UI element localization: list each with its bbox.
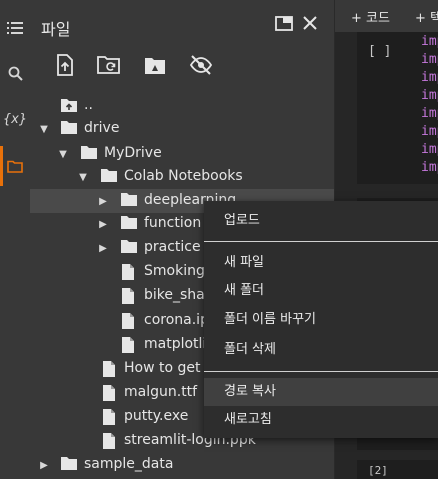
folder-icon [120,192,138,210]
menu-item-rename-folder[interactable]: 폴더 이름 바꾸기 [204,306,438,334]
folder-icon[interactable] [0,151,30,181]
new-window-icon[interactable] [272,11,296,35]
code-line: imp [421,52,438,67]
activity-rail: {x} [0,0,30,479]
caret-down-icon[interactable]: ▼ [56,146,70,162]
upload-icon[interactable] [52,52,78,78]
folder-icon [60,456,78,474]
menu-divider [204,241,438,242]
caret-right-icon[interactable]: ▶ [37,457,51,473]
folder-icon [120,215,138,233]
menu-item-copy-path[interactable]: 경로 복사 [204,378,438,406]
folder-icon [60,120,78,138]
code-line: imp [421,160,438,175]
file-icon [102,408,120,426]
file-icon [102,360,120,378]
file-icon [102,432,120,450]
file-icon [102,384,120,402]
hide-icon[interactable] [188,52,214,78]
folder-icon [120,239,138,257]
menu-item-delete-folder[interactable]: 폴더 삭제 [204,336,438,364]
caret-down-icon[interactable]: ▼ [37,121,51,137]
panel-title: 파일 [41,20,71,39]
cell-exec-count: [2] [368,464,388,477]
caret-right-icon[interactable]: ▶ [96,240,110,256]
code-line: imp [421,88,438,103]
context-menu: 업로드 새 파일 새 폴더 폴더 이름 바꾸기 폴더 삭제 경로 복사 새로고침 [204,201,438,438]
add-text-button[interactable]: + 텍 [415,7,438,26]
code-line: imp [421,124,438,139]
menu-item-new-file[interactable]: 새 파일 [204,249,438,277]
menu-divider [204,371,438,372]
tree-row-sample-data[interactable]: ▶ sample_data [30,453,334,477]
file-icon [121,263,139,281]
folder-up-icon [60,97,78,115]
close-icon[interactable] [298,11,322,35]
folder-icon [100,168,118,186]
menu-item-refresh[interactable]: 새로고침 [204,406,438,434]
drive-folder-icon[interactable] [142,52,168,78]
file-icon [121,287,139,305]
menu-icon[interactable] [0,13,30,43]
menu-item-new-folder[interactable]: 새 폴더 [204,277,438,305]
caret-right-icon[interactable]: ▶ [96,216,110,232]
tree-row-drive[interactable]: ▼ drive [30,117,334,141]
folder-icon [80,145,98,163]
code-line: imp [421,34,438,49]
refresh-folder-icon[interactable] [96,52,122,78]
variables-icon[interactable]: {x} [0,104,30,134]
search-icon[interactable] [0,58,30,88]
add-code-button[interactable]: + 코드 [351,7,390,26]
run-cell-button[interactable]: [ ] [368,44,391,59]
tree-row-mydrive[interactable]: ▼ MyDrive [30,142,334,166]
code-line: imp [421,70,438,85]
menu-item-upload[interactable]: 업로드 [204,207,438,235]
caret-right-icon[interactable]: ▶ [96,193,110,209]
file-icon [121,312,139,330]
code-line: imp [421,142,438,157]
notebook-toolbar: + 코드 + 텍 [335,0,438,32]
tree-row-colab-notebooks[interactable]: ▼ Colab Notebooks [30,165,334,189]
file-icon [121,336,139,354]
code-line: imp [421,106,438,121]
caret-down-icon[interactable]: ▼ [76,169,90,185]
tree-row-parent[interactable]: .. [30,94,334,118]
